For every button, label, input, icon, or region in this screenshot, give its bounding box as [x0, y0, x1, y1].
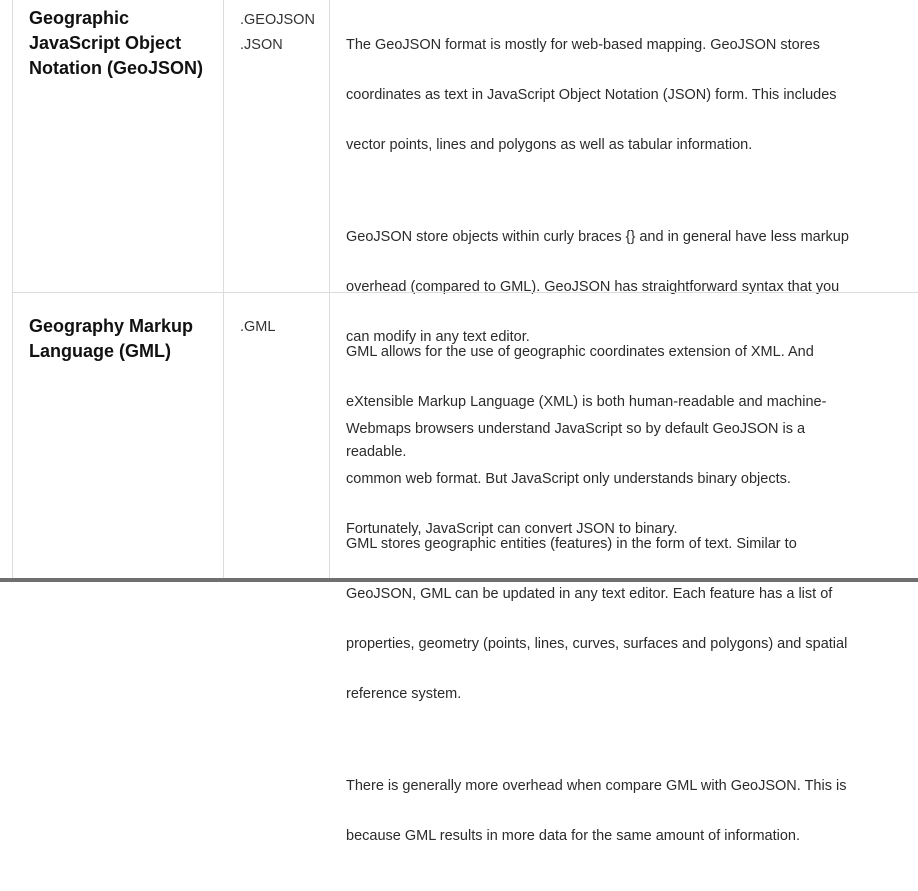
description-paragraph: GML allows for the use of geographic coo… [346, 315, 906, 490]
format-name-cell: Geography Markup Language (GML) [29, 316, 194, 361]
description-line: because GML results in more data for the… [346, 828, 801, 844]
extension-label: .JSON [240, 37, 283, 53]
extension-cell: .GML [240, 315, 326, 340]
description-line: eXtensible Markup Language (XML) is both… [346, 394, 827, 410]
extension-label: .GML [240, 319, 276, 335]
description-cell: GML allows for the use of geographic coo… [346, 315, 906, 891]
description-line: GeoJSON, GML can be updated in any text … [346, 586, 833, 602]
description-line: GML allows for the use of geographic coo… [346, 344, 814, 360]
description-line: properties, geometry (points, lines, cur… [346, 636, 848, 652]
formats-table: Geographic JavaScript Object Notation (G… [12, 0, 918, 844]
format-name-cell: Geographic JavaScript Object Notation (G… [29, 8, 203, 78]
description-line: There is generally more overhead when co… [346, 778, 847, 794]
description-paragraph: GML stores geographic entities (features… [346, 507, 906, 732]
table-row: Geographic JavaScript Object Notation (G… [13, 0, 918, 537]
extension-label: .GEOJSON [240, 12, 315, 28]
description-line: GeoJSON store objects within curly brace… [346, 229, 849, 245]
description-line: The GeoJSON format is mostly for web-bas… [346, 37, 820, 53]
description-line: reference system. [346, 686, 462, 702]
bottom-border [0, 578, 918, 582]
description-line: vector points, lines and polygons as wel… [346, 137, 753, 153]
description-paragraph: The GeoJSON format is mostly for web-bas… [346, 8, 906, 183]
description-paragraph: There is generally more overhead when co… [346, 749, 906, 874]
extension-cell: .GEOJSON .JSON [240, 8, 326, 58]
table-row: Geography Markup Language (GML) .GML GML… [13, 293, 918, 844]
description-line: coordinates as text in JavaScript Object… [346, 87, 837, 103]
description-line: GML stores geographic entities (features… [346, 536, 797, 552]
description-line: readable. [346, 444, 407, 460]
